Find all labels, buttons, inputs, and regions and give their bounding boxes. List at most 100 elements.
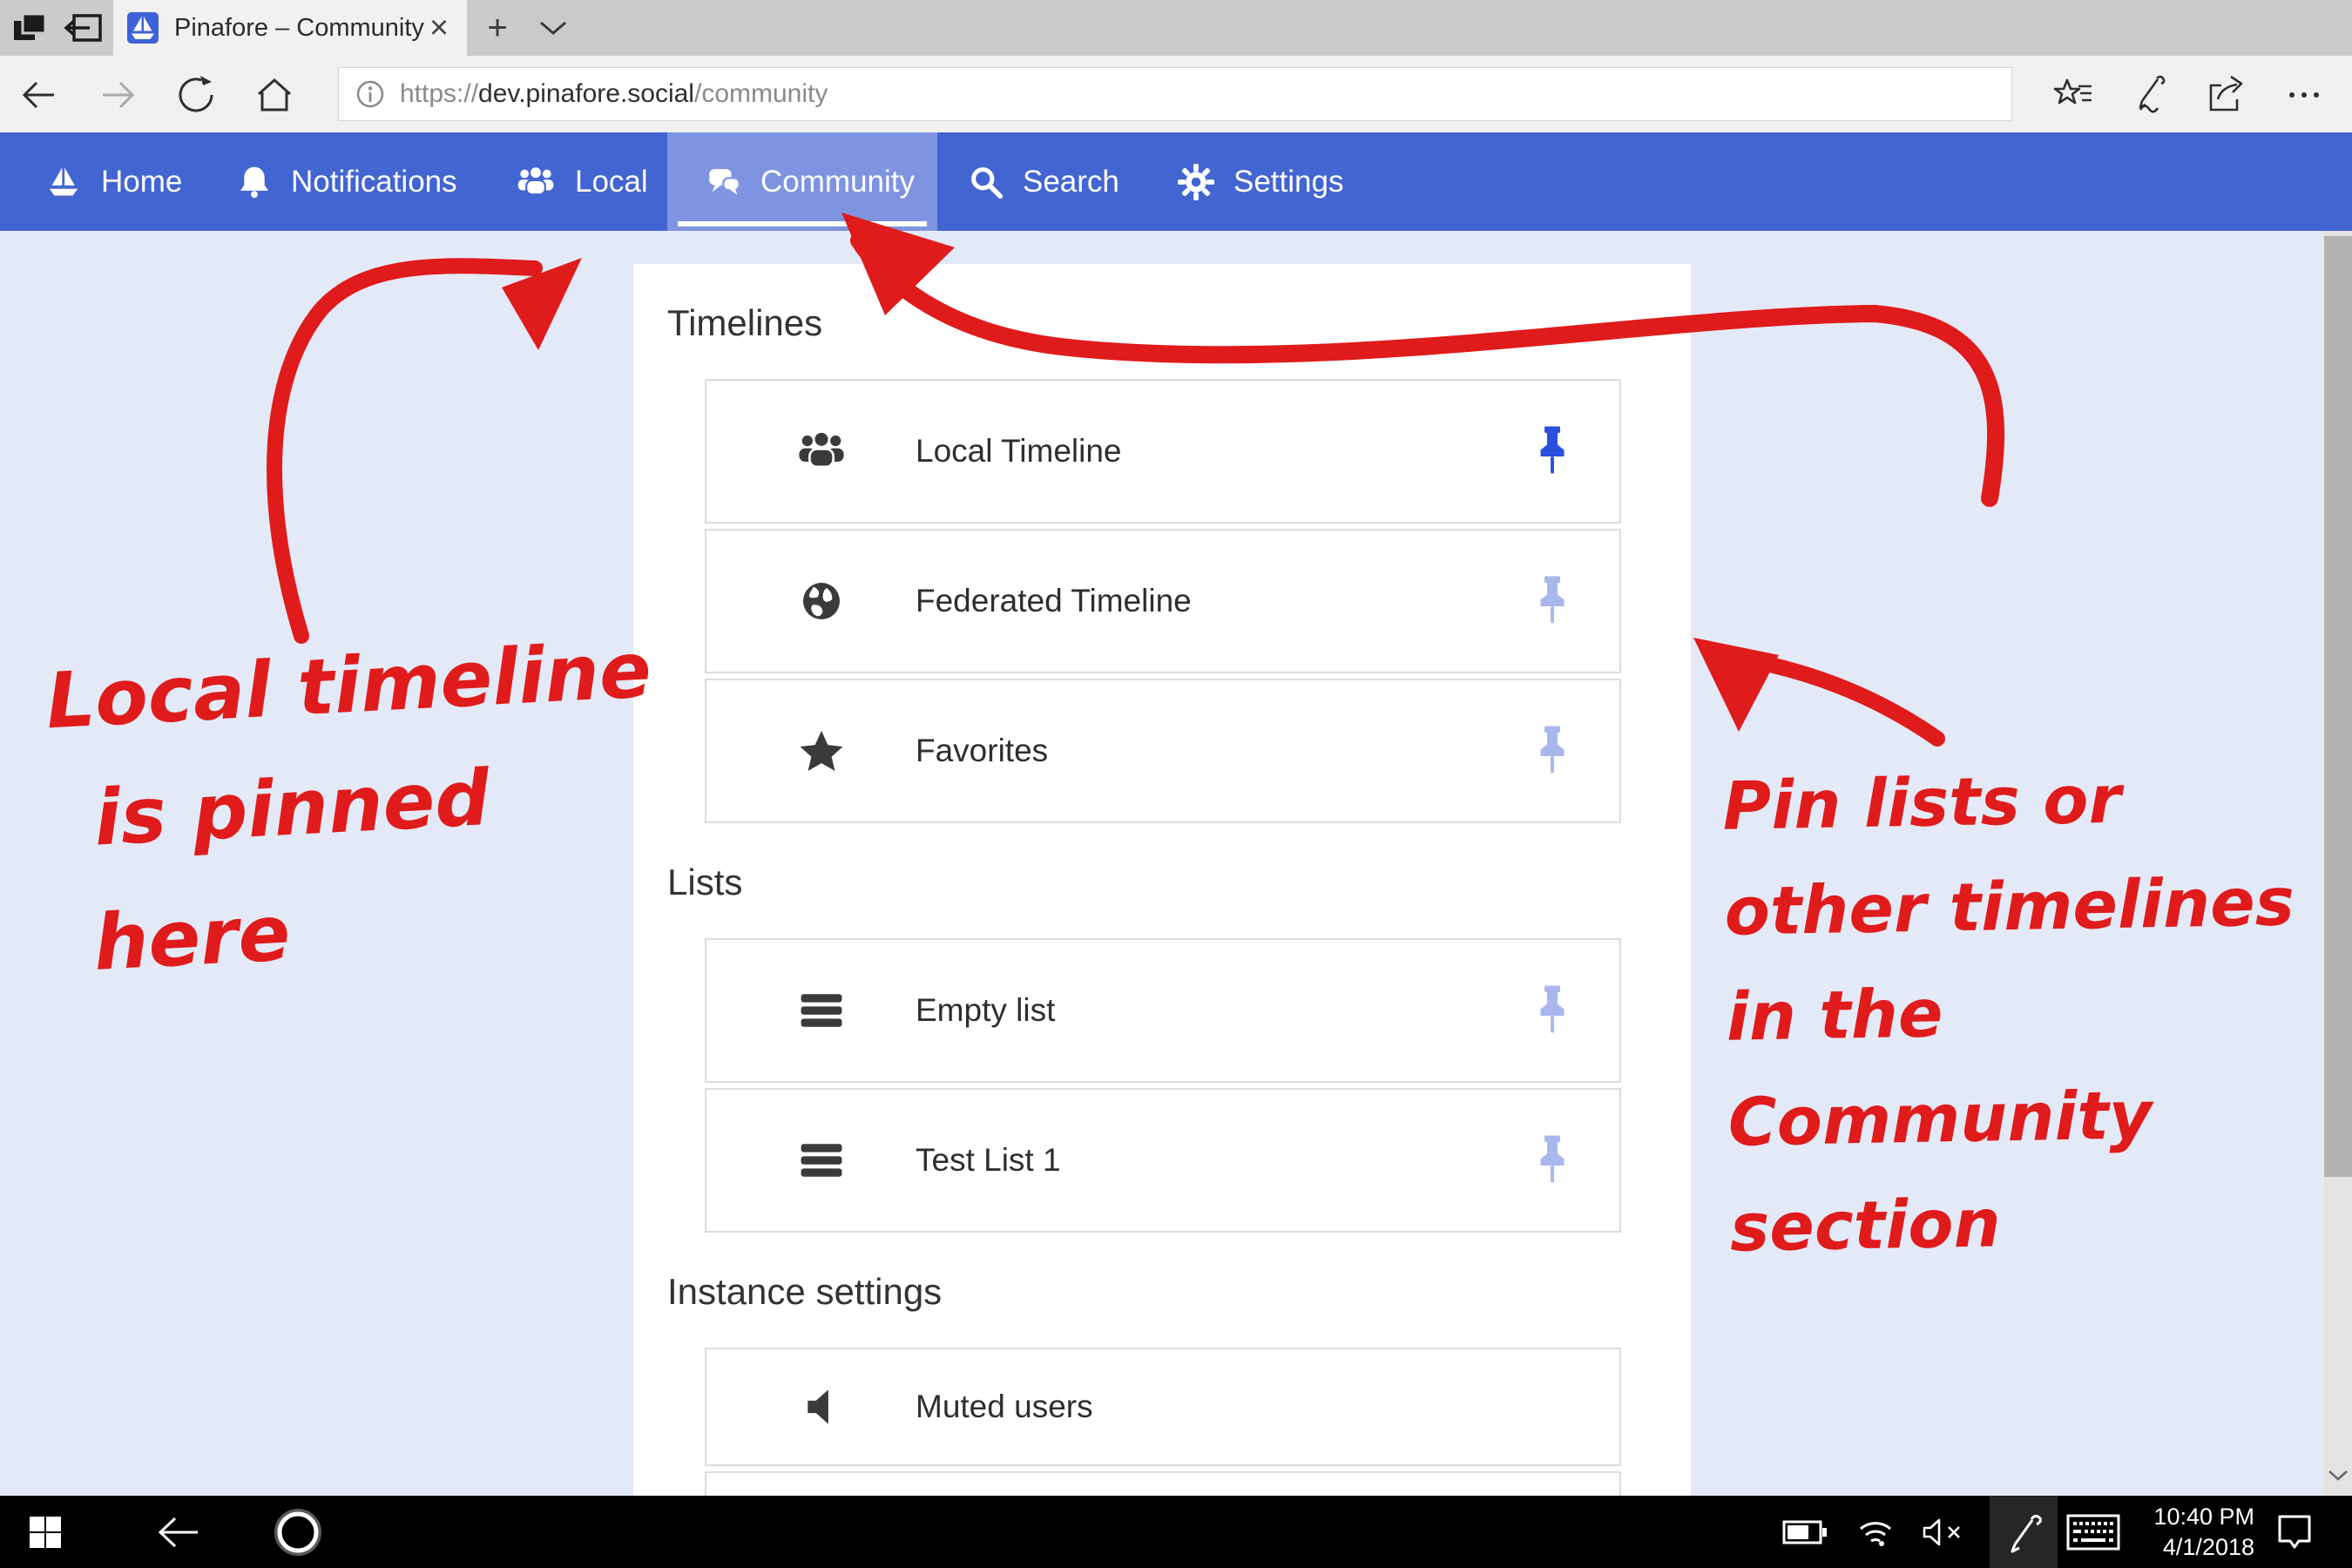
pushpin-icon [1534,726,1571,776]
pinafore-favicon [127,12,159,44]
action-center-button[interactable] [2267,1496,2322,1568]
nav-item-settings[interactable]: Settings [1155,132,1366,231]
scroll-down-button[interactable] [2327,1468,2349,1484]
row-empty-list[interactable]: Empty list [705,938,1621,1083]
volume-muted-icon[interactable] [1920,1496,1972,1568]
list-icon [795,1141,848,1179]
battery-icon[interactable] [1781,1496,1829,1568]
cortana-circle-icon [274,1508,322,1557]
section-heading-timelines: Timelines [667,302,1691,344]
pin-button[interactable] [1534,426,1571,476]
row-test-list-1[interactable]: Test List 1 [705,1088,1621,1233]
url-scheme: https:// [400,79,478,108]
clock-date: 4/1/2018 [2163,1532,2254,1563]
cortana-button[interactable] [266,1496,330,1568]
row-label: Favorites [916,733,1048,769]
sailboat-icon [45,165,82,199]
page-scrollbar[interactable] [2324,231,2352,1496]
settings-menu-button[interactable] [2282,73,2326,117]
list-icon [795,991,848,1030]
pushpin-icon [1534,426,1571,476]
chevron-down-icon [538,19,568,37]
active-tab-underline [678,221,927,226]
set-aside-tabs-button[interactable] [9,9,51,47]
pushpin-icon [1534,1135,1571,1186]
web-notes-button[interactable] [2128,73,2172,117]
star-icon [795,729,848,773]
home-icon [254,75,294,115]
row-muted-users[interactable]: Muted users [705,1348,1621,1466]
site-info-icon[interactable] [355,78,386,110]
nav-label: Search [1023,165,1119,199]
nav-label: Local [575,165,648,199]
pin-button[interactable] [1534,726,1571,776]
set-aside-tabs-icon [11,10,48,45]
url-path: /community [694,79,828,108]
taskbar-clock[interactable]: 10:40 PM 4/1/2018 [2124,1496,2254,1568]
taskbar-back-button[interactable] [148,1496,209,1568]
home-button[interactable] [254,75,294,115]
windows-taskbar: 10:40 PM 4/1/2018 [0,1496,2352,1568]
refresh-button[interactable] [176,75,216,115]
nav-item-home[interactable]: Home [23,132,205,231]
browser-tab-bar: Pinafore – Community × + [0,0,2352,56]
pin-button[interactable] [1534,1135,1571,1186]
nav-label: Notifications [291,165,457,199]
people-icon [516,166,556,199]
search-icon [969,165,1004,199]
address-bar[interactable]: https://dev.pinafore.social/community [338,67,2012,121]
community-page-card: Timelines Local Timeline Federated Timel… [633,264,1691,1496]
nav-label: Home [101,165,182,199]
nav-item-notifications[interactable]: Notifications [214,132,480,231]
people-icon [795,430,848,472]
pushpin-icon [1534,985,1571,1036]
nav-item-search[interactable]: Search [946,132,1142,231]
back-icon [19,75,59,115]
muted-speaker-icon [795,1388,848,1426]
tabs-preview-button[interactable] [63,9,105,47]
windows-logo-icon [28,1515,63,1550]
lists-list: Empty list Test List 1 [705,938,1621,1233]
nav-item-local[interactable]: Local [493,132,671,231]
row-favorites[interactable]: Favorites [705,679,1621,823]
section-heading-lists: Lists [667,862,1691,903]
chat-bubbles-icon [707,165,741,199]
chevron-down-icon [2327,1468,2349,1484]
browser-toolbar: https://dev.pinafore.social/community [0,56,2352,132]
back-button[interactable] [19,75,59,115]
pin-button[interactable] [1534,576,1571,626]
pin-button[interactable] [1534,985,1571,1036]
pinafore-nav-bar: Home Notifications Local Community [0,132,2352,231]
scrollbar-thumb[interactable] [2324,236,2352,1177]
url-text: https://dev.pinafore.social/community [400,79,828,109]
bell-icon [237,164,272,200]
section-heading-instance-settings: Instance settings [667,1271,1691,1313]
action-center-icon [2274,1511,2315,1553]
nav-item-community[interactable]: Community [667,132,937,231]
globe-icon [795,580,848,622]
row-federated-timeline[interactable]: Federated Timeline [705,529,1621,673]
wifi-icon[interactable] [1852,1496,1901,1568]
new-tab-button[interactable]: + [470,0,524,56]
browser-tab-pinafore[interactable]: Pinafore – Community × [113,0,467,56]
nav-label: Settings [1233,165,1343,199]
share-icon [2204,73,2247,117]
favorites-hub-button[interactable] [2052,73,2096,117]
share-button[interactable] [2204,73,2247,117]
forward-button[interactable] [98,75,138,115]
touch-keyboard-button[interactable] [2063,1496,2124,1568]
start-button[interactable] [19,1496,71,1568]
row-local-timeline[interactable]: Local Timeline [705,379,1621,524]
clock-time: 10:40 PM [2153,1502,2254,1532]
refresh-icon [176,75,216,115]
tab-close-button[interactable]: × [424,11,454,44]
tab-preview-chevron-button[interactable] [526,0,580,56]
pen-tray-button[interactable] [1990,1496,2058,1568]
back-icon [156,1513,201,1551]
page-background: Timelines Local Timeline Federated Timel… [0,231,2324,1496]
tab-title: Pinafore – Community [174,14,424,43]
instance-settings-list: Muted users [705,1348,1621,1496]
keyboard-icon [2066,1514,2120,1551]
star-list-icon [2052,73,2096,117]
row-partially-visible[interactable] [705,1471,1621,1496]
